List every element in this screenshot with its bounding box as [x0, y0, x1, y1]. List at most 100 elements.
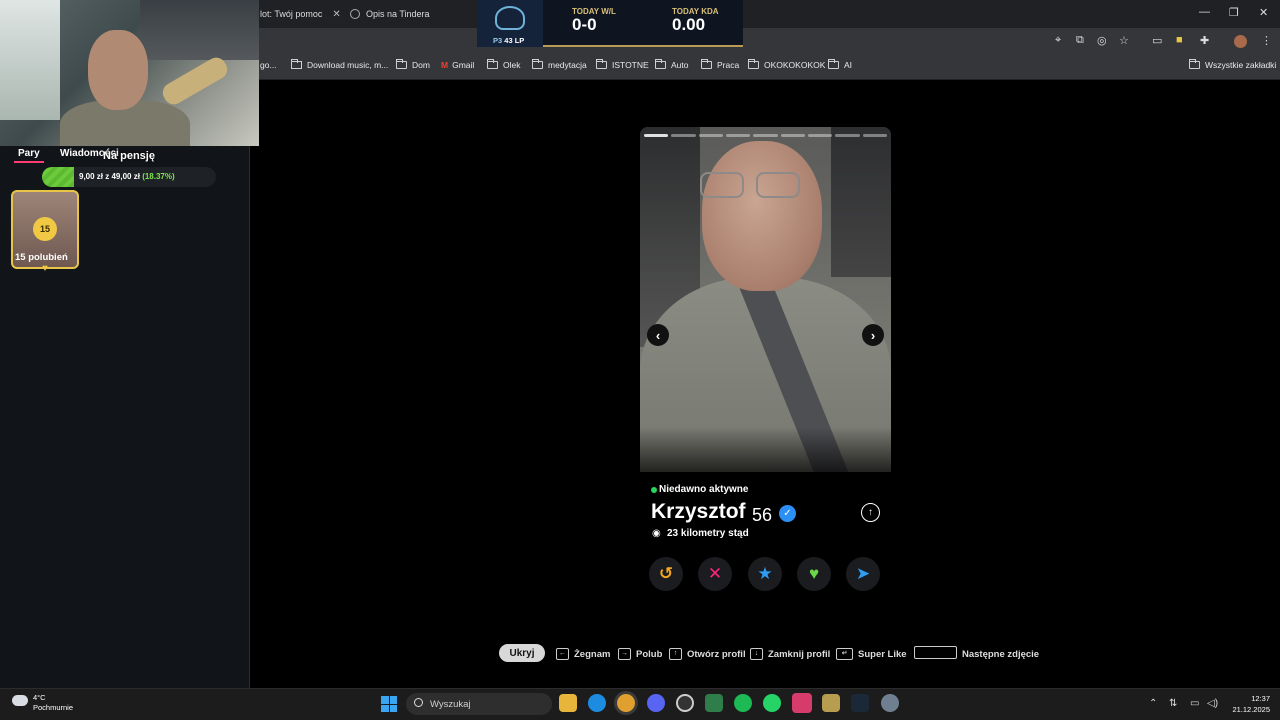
next-photo-button[interactable]: ›: [862, 324, 884, 346]
discord-icon[interactable]: [647, 694, 665, 712]
hint-open-profile: ↑ Otwórz profil: [669, 644, 746, 664]
bookmark-auto[interactable]: Auto: [655, 59, 689, 70]
picture-in-picture-icon[interactable]: ▭: [1152, 34, 1162, 47]
display-icon[interactable]: ▭: [1190, 698, 1199, 709]
webcam-feed: [0, 0, 259, 146]
windows-start-icon[interactable]: [381, 696, 397, 712]
restore-button[interactable]: ❐: [1229, 6, 1239, 19]
bookmark-gmail[interactable]: M Gmail: [441, 60, 474, 70]
profile-distance: 23 kilometry stąd: [667, 528, 749, 539]
tray-chevron-icon[interactable]: ⌃: [1149, 698, 1157, 709]
profile-card[interactable]: ‹ › Niedawno aktywne Krzysztof 56 ✓ ↑ ◉ …: [640, 127, 891, 599]
app-icon[interactable]: [676, 694, 694, 712]
nope-button[interactable]: ✕: [698, 557, 732, 591]
bookmark-olek[interactable]: Olek: [487, 59, 520, 70]
spotify-icon[interactable]: [734, 694, 752, 712]
photo-progress-segment[interactable]: [780, 134, 805, 137]
super-like-button[interactable]: ★: [748, 557, 782, 591]
bookmark-istotne[interactable]: ISTOTNE: [596, 59, 649, 70]
open-profile-arrow-button[interactable]: ↑: [861, 503, 880, 522]
weather-desc: Pochmurnie: [33, 703, 74, 712]
cloud-weather-icon[interactable]: [12, 695, 28, 706]
donation-progress-text: 9,00 zł z 49,00 zł (18.37%): [79, 172, 175, 181]
donation-progress-fill: [42, 167, 74, 187]
whatsapp-icon[interactable]: [763, 694, 781, 712]
photo-progress-segment[interactable]: [671, 134, 696, 137]
rewind-button[interactable]: ↺: [649, 557, 683, 591]
tab-tworz-pomoc[interactable]: lot: Twój pomoc ✕: [260, 4, 341, 24]
chrome-icon[interactable]: [617, 694, 635, 712]
bookmark-ai[interactable]: AI: [828, 59, 852, 70]
weather-widget[interactable]: 4°C Pochmurnie: [33, 693, 73, 713]
photo-progress-segment[interactable]: [644, 134, 669, 137]
photo-progress-segment[interactable]: [726, 134, 751, 137]
cast-icon[interactable]: ⧉: [1076, 34, 1084, 47]
left-arrow-key-icon: ←: [556, 648, 569, 660]
menu-kebab-icon[interactable]: ⋮: [1261, 34, 1272, 47]
photo-progress-segment[interactable]: [835, 134, 860, 137]
taskbar-search[interactable]: Wyszukaj: [406, 693, 552, 715]
app-icon[interactable]: [792, 693, 812, 713]
bookmark-praca[interactable]: Praca: [701, 59, 739, 70]
folder-icon: [701, 59, 712, 69]
tab-label: lot: Twój pomoc: [260, 9, 323, 19]
close-tab-icon[interactable]: ✕: [332, 9, 340, 20]
boost-button[interactable]: ➤: [846, 557, 880, 591]
bookmark-download-music[interactable]: Download music, m...: [291, 59, 388, 70]
hide-hints-button[interactable]: Ukryj: [499, 644, 545, 662]
location-icon[interactable]: ⌖: [1055, 34, 1061, 47]
hint-close-profile: ↓ Zamknij profil: [750, 644, 830, 664]
taskbar-clock[interactable]: 12:37 21.12.2025: [1228, 693, 1270, 715]
tab-matches[interactable]: Pary: [18, 148, 40, 159]
bookmark-medytacja[interactable]: medytacja: [532, 59, 587, 70]
globe-icon: [350, 9, 360, 19]
app-icon[interactable]: [705, 694, 723, 712]
like-button[interactable]: ♥: [797, 557, 831, 591]
likes-count-badge: 15: [33, 217, 57, 241]
edge-icon[interactable]: [588, 694, 606, 712]
folder-icon: [655, 59, 666, 69]
tab-opis-na-tindera[interactable]: Opis na Tindera: [350, 4, 430, 24]
gold-heart-icon: ♥: [42, 263, 48, 274]
star-bookmark-icon[interactable]: ☆: [1119, 34, 1129, 47]
league-icon[interactable]: [822, 694, 840, 712]
profile-age: 56: [752, 505, 773, 525]
settings-gear-icon[interactable]: [881, 694, 899, 712]
extensions-puzzle-icon[interactable]: ✚: [1200, 34, 1209, 47]
hint-super-like: ↵ Super Like: [836, 644, 907, 664]
previous-photo-button[interactable]: ‹: [647, 324, 669, 346]
volume-icon[interactable]: ◁): [1207, 698, 1218, 709]
minimize-button[interactable]: —: [1199, 6, 1210, 18]
photo-progress-segment[interactable]: [698, 134, 723, 137]
active-tab-indicator: [14, 161, 44, 163]
today-kda-value: 0.00: [672, 15, 706, 34]
profile-avatar[interactable]: [1234, 35, 1247, 48]
network-icon[interactable]: ⇅: [1169, 698, 1177, 709]
bookmark-okokokokok[interactable]: OKOKOKOKOK: [748, 59, 825, 70]
extension-yellow-icon[interactable]: ■: [1176, 34, 1183, 46]
bookmark-dom[interactable]: Dom: [396, 59, 430, 70]
hint-like: → Polub: [618, 644, 662, 664]
close-window-button[interactable]: ✕: [1259, 6, 1268, 19]
space-key-icon: [914, 646, 957, 659]
file-explorer-icon[interactable]: [559, 694, 577, 712]
folder-icon: [396, 59, 407, 69]
donation-goal-title: Na pensję: [103, 150, 155, 162]
steam-icon[interactable]: [851, 694, 869, 712]
eye-off-icon[interactable]: ◎: [1097, 34, 1107, 47]
gmail-icon: M: [441, 60, 449, 70]
folder-icon: [487, 59, 498, 69]
send-icon: ➤: [855, 564, 871, 583]
today-wl-value: 0-0: [572, 15, 597, 34]
profile-name: Krzysztof: [651, 500, 746, 523]
all-bookmarks[interactable]: Wszystkie zakładki: [1189, 59, 1276, 70]
bookmark-go[interactable]: go...: [260, 60, 277, 70]
page-icon: [291, 59, 302, 69]
profile-photo[interactable]: [640, 127, 891, 491]
enter-key-icon: ↵: [836, 648, 853, 660]
folder-icon: [596, 59, 607, 69]
rank-wing-icon: [495, 6, 525, 30]
photo-progress-segment[interactable]: [753, 134, 778, 137]
photo-progress-segment[interactable]: [808, 134, 833, 137]
photo-progress-segment[interactable]: [862, 134, 887, 137]
